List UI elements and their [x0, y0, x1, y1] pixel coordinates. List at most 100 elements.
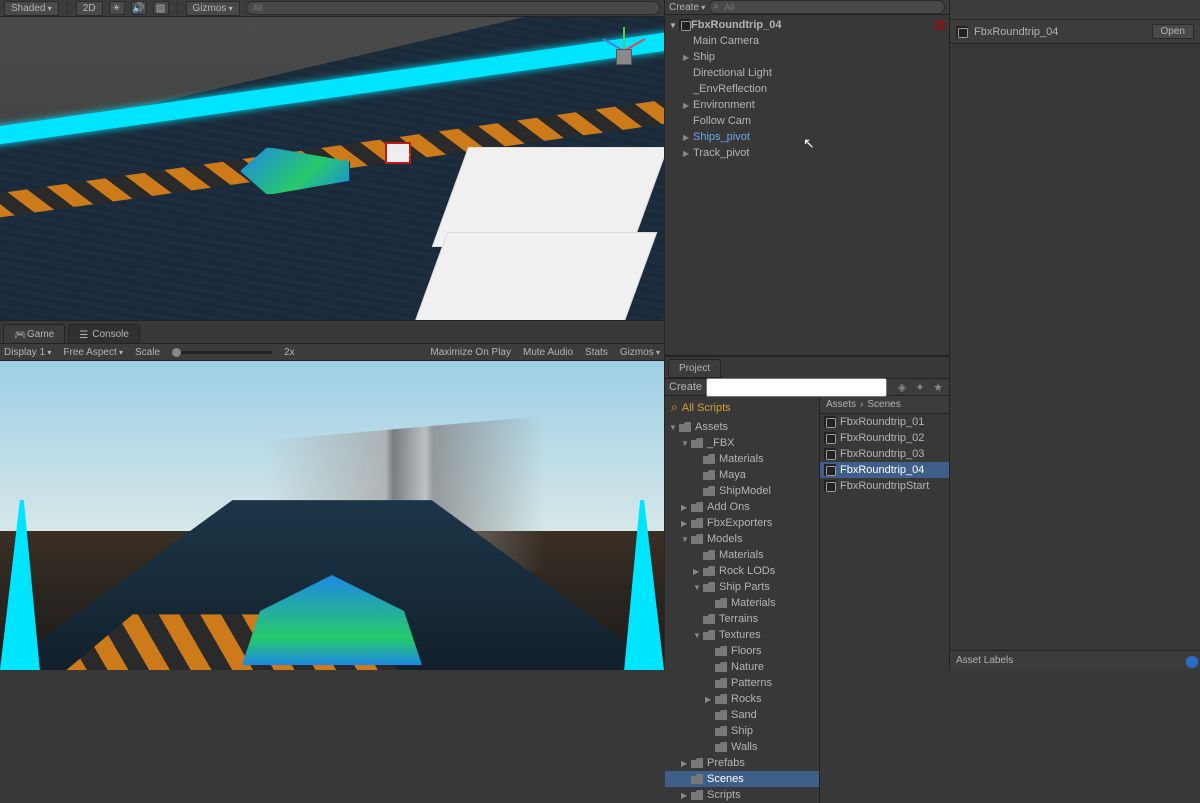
folder-icon	[715, 662, 727, 672]
hierarchy-item-label: _EnvReflection	[693, 83, 767, 95]
hierarchy-item[interactable]: Follow Cam	[665, 113, 949, 129]
lighting-toggle-icon[interactable]: ☀	[109, 1, 125, 15]
hierarchy-item[interactable]: ▶Environment	[665, 97, 949, 113]
notification-icon[interactable]	[1186, 656, 1198, 668]
tab-project[interactable]: Project	[668, 359, 721, 378]
project-folder[interactable]: Maya	[665, 467, 819, 483]
scene-dirty-icon	[935, 20, 945, 30]
scene-object-cube[interactable]	[413, 232, 658, 320]
game-icon: 🎮	[14, 330, 23, 339]
folder-icon	[703, 470, 715, 480]
mute-audio-toggle[interactable]: Mute Audio	[523, 347, 573, 358]
fx-toggle-icon[interactable]: ▧	[153, 1, 169, 15]
hierarchy-item[interactable]: Directional Light	[665, 65, 949, 81]
project-folder[interactable]: Materials	[665, 451, 819, 467]
project-asset[interactable]: FbxRoundtrip_04	[820, 462, 949, 478]
project-folder[interactable]: Scenes	[665, 771, 819, 787]
shading-dropdown[interactable]: Shaded	[4, 1, 59, 16]
project-folder[interactable]: Patterns	[665, 675, 819, 691]
asset-label: FbxRoundtrip_04	[840, 464, 924, 476]
project-create-dropdown[interactable]: Create	[669, 381, 702, 393]
folder-icon	[715, 678, 727, 688]
project-folder[interactable]: Nature	[665, 659, 819, 675]
project-folder[interactable]: Ship	[665, 723, 819, 739]
project-asset-list[interactable]: Assets › Scenes FbxRoundtrip_01FbxRoundt…	[820, 396, 949, 803]
folder-label: Ship	[731, 725, 753, 737]
hierarchy-item[interactable]: ▶Track_pivot	[665, 145, 949, 161]
project-folder[interactable]: ▶FbxExporters	[665, 515, 819, 531]
project-folder[interactable]: Floors	[665, 643, 819, 659]
project-folder[interactable]: ▶Rocks	[665, 691, 819, 707]
filter-icon[interactable]: ◈	[895, 380, 909, 394]
scene-search-input[interactable]	[246, 1, 660, 15]
project-folder[interactable]: ▼Ship Parts	[665, 579, 819, 595]
breadcrumb-root[interactable]: Assets	[826, 399, 856, 410]
hierarchy-create-dropdown[interactable]: Create	[669, 2, 705, 13]
hierarchy-item[interactable]: _EnvReflection	[665, 81, 949, 97]
scene-view[interactable]	[0, 17, 664, 320]
project-asset[interactable]: FbxRoundtripStart	[820, 478, 949, 494]
display-dropdown[interactable]: Display 1	[4, 347, 51, 358]
aspect-dropdown[interactable]: Free Aspect	[63, 347, 123, 358]
camera-gizmo-icon[interactable]	[385, 142, 411, 164]
tab-console[interactable]: ☰Console	[68, 324, 140, 343]
project-search-input[interactable]	[706, 378, 887, 397]
hierarchy-item[interactable]: ▶Ships_pivot	[665, 129, 949, 145]
project-folder[interactable]: Sand	[665, 707, 819, 723]
folder-icon	[691, 534, 703, 544]
favorite-icon[interactable]: ★	[931, 380, 945, 394]
hierarchy-item[interactable]: Main Camera	[665, 33, 949, 49]
game-gizmos-dropdown[interactable]: Gizmos	[620, 347, 660, 358]
folder-icon	[703, 550, 715, 560]
project-folder[interactable]: ▶Prefabs	[665, 755, 819, 771]
hierarchy-item-label: Follow Cam	[693, 115, 751, 127]
hierarchy-header: Create	[665, 0, 949, 15]
hierarchy-scene-row[interactable]: ▼ FbxRoundtrip_04	[665, 17, 949, 33]
gizmos-dropdown[interactable]: Gizmos	[186, 1, 240, 16]
breadcrumb[interactable]: Assets › Scenes	[820, 396, 949, 414]
hierarchy-panel[interactable]: ▼ FbxRoundtrip_04 Main Camera▶ShipDirect…	[665, 15, 949, 355]
project-folder-tree[interactable]: ⌕ All Scripts ▼Assets▼_FBXMaterialsMayaS…	[665, 396, 820, 803]
project-folder[interactable]: ▼Models	[665, 531, 819, 547]
unity-scene-icon	[824, 464, 836, 476]
save-search-icon[interactable]: ✦	[913, 380, 927, 394]
maximize-on-play-toggle[interactable]: Maximize On Play	[430, 347, 511, 358]
project-folder[interactable]: Terrains	[665, 611, 819, 627]
hierarchy-item[interactable]: ▶Ship	[665, 49, 949, 65]
project-folder[interactable]: ShipModel	[665, 483, 819, 499]
project-folder[interactable]: Materials	[665, 547, 819, 563]
mode-2d-toggle[interactable]: 2D	[76, 1, 103, 16]
project-asset[interactable]: FbxRoundtrip_03	[820, 446, 949, 462]
folder-icon	[715, 742, 727, 752]
scale-slider[interactable]	[172, 351, 272, 354]
project-folder[interactable]: Materials	[665, 595, 819, 611]
project-asset[interactable]: FbxRoundtrip_01	[820, 414, 949, 430]
folder-label: Materials	[719, 453, 764, 465]
tab-game[interactable]: 🎮Game	[3, 324, 65, 343]
project-folder[interactable]: ▼Textures	[665, 627, 819, 643]
unity-scene-icon	[824, 448, 836, 460]
project-folder[interactable]: ▶Add Ons	[665, 499, 819, 515]
open-button[interactable]: Open	[1152, 24, 1194, 39]
all-scripts-filter[interactable]: ⌕ All Scripts	[665, 396, 819, 419]
orientation-gizmo[interactable]	[594, 27, 654, 87]
project-folder[interactable]: ▶Rock LODs	[665, 563, 819, 579]
project-folder[interactable]: ▼Assets	[665, 419, 819, 435]
project-asset[interactable]: FbxRoundtrip_02	[820, 430, 949, 446]
game-view[interactable]	[0, 361, 664, 670]
folder-label: Walls	[731, 741, 757, 753]
folder-label: Floors	[731, 645, 762, 657]
folder-icon	[715, 726, 727, 736]
audio-toggle-icon[interactable]: 🔊	[131, 1, 147, 15]
unity-scene-icon	[824, 432, 836, 444]
folder-icon	[679, 422, 691, 432]
asset-labels-section[interactable]: Asset Labels	[950, 650, 1200, 670]
project-folder[interactable]: Walls	[665, 739, 819, 755]
project-folder[interactable]: ▶Scripts	[665, 787, 819, 803]
project-folder[interactable]: ▼_FBX	[665, 435, 819, 451]
stats-toggle[interactable]: Stats	[585, 347, 608, 358]
folder-label: FbxExporters	[707, 517, 772, 529]
folder-icon	[703, 486, 715, 496]
hierarchy-search-input[interactable]	[709, 0, 945, 14]
folder-label: _FBX	[707, 437, 735, 449]
